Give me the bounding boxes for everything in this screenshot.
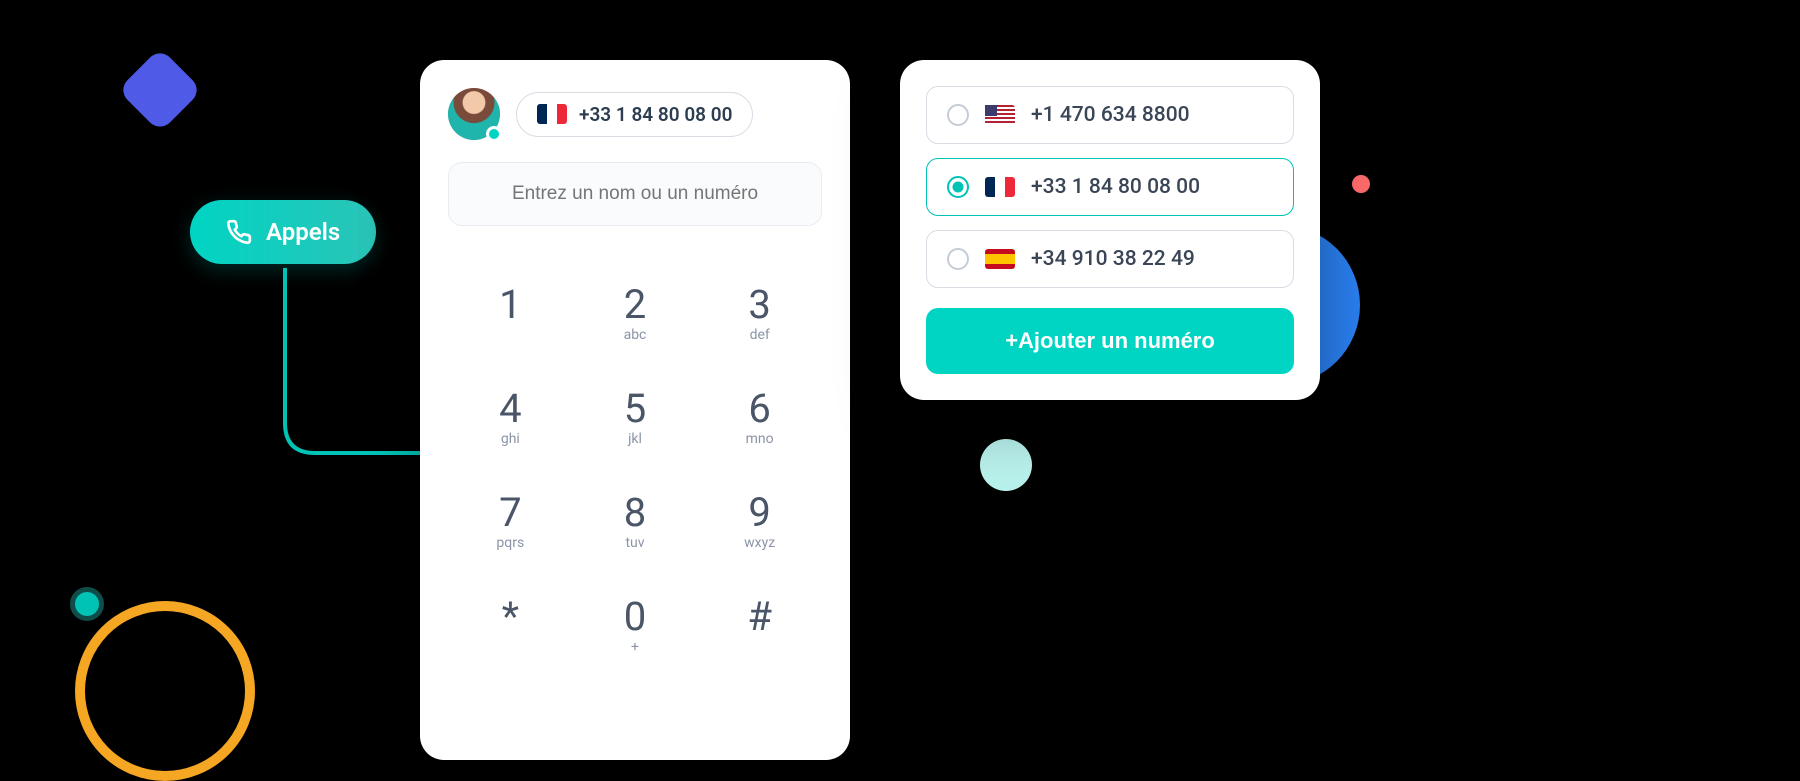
radio-icon — [947, 248, 969, 270]
key-digit: 5 — [624, 389, 646, 429]
current-number-chip[interactable]: +33 1 84 80 08 00 — [516, 92, 753, 137]
number-option[interactable]: +1 470 634 8800 — [926, 86, 1294, 144]
key-digit: 1 — [499, 285, 521, 325]
phone-icon — [226, 219, 252, 245]
key-letters: mno — [746, 431, 774, 447]
key-letters: + — [631, 639, 639, 655]
current-number-text: +33 1 84 80 08 00 — [579, 103, 732, 126]
keypad: 12abc3def4ghi5jkl6mno7pqrs8tuv9wxyz*0+# — [448, 262, 822, 678]
key-digit: 8 — [624, 493, 646, 533]
keypad-key-1[interactable]: 1 — [448, 262, 573, 366]
key-digit: # — [747, 597, 772, 637]
key-letters: jkl — [628, 431, 642, 447]
add-number-button[interactable]: +Ajouter un numéro — [926, 308, 1294, 374]
keypad-key-#[interactable]: # — [697, 574, 822, 678]
keypad-key-8[interactable]: 8 tuv — [573, 470, 698, 574]
keypad-key-7[interactable]: 7 pqrs — [448, 470, 573, 574]
key-letters: tuv — [625, 535, 644, 551]
numbers-panel: +1 470 634 8800 +33 1 84 80 08 00 +34 910 … — [900, 60, 1320, 400]
decoration-circle-teal — [980, 439, 1032, 491]
presence-indicator — [486, 126, 502, 142]
number-text: +1 470 634 8800 — [1031, 103, 1190, 127]
calls-pill[interactable]: Appels — [190, 200, 376, 264]
flag-us-icon — [985, 105, 1015, 125]
key-digit: 3 — [748, 285, 770, 325]
radio-icon — [947, 176, 969, 198]
key-digit: 6 — [748, 389, 770, 429]
key-letters: pqrs — [496, 535, 524, 551]
avatar[interactable] — [448, 88, 500, 140]
decoration-dot-teal — [70, 587, 104, 621]
number-option[interactable]: +33 1 84 80 08 00 — [926, 158, 1294, 216]
key-letters: abc — [624, 327, 647, 343]
keypad-key-*[interactable]: * — [448, 574, 573, 678]
decoration-diamond — [118, 48, 203, 133]
keypad-key-2[interactable]: 2 abc — [573, 262, 698, 366]
number-option[interactable]: +34 910 38 22 49 — [926, 230, 1294, 288]
radio-icon — [947, 104, 969, 126]
key-digit: * — [502, 597, 519, 637]
keypad-key-9[interactable]: 9 wxyz — [697, 470, 822, 574]
key-digit: 7 — [499, 493, 521, 533]
dialer-header: +33 1 84 80 08 00 — [448, 88, 822, 140]
key-letters: def — [750, 327, 770, 343]
flag-france-icon — [537, 104, 567, 124]
calls-label: Appels — [266, 218, 340, 246]
key-digit: 2 — [624, 285, 646, 325]
keypad-key-3[interactable]: 3 def — [697, 262, 822, 366]
number-text: +33 1 84 80 08 00 — [1031, 175, 1200, 199]
key-digit: 9 — [748, 493, 770, 533]
keypad-key-6[interactable]: 6 mno — [697, 366, 822, 470]
number-text: +34 910 38 22 49 — [1031, 247, 1195, 271]
keypad-key-5[interactable]: 5 jkl — [573, 366, 698, 470]
flag-es-icon — [985, 249, 1015, 269]
dial-input[interactable] — [448, 162, 822, 226]
key-digit: 0 — [624, 597, 646, 637]
connector-line — [280, 268, 430, 458]
decoration-dot-coral — [1352, 175, 1370, 193]
key-digit: 4 — [499, 389, 521, 429]
dialer-card: +33 1 84 80 08 00 1 2 abc 3 def 4 ghi 5 jkl 6 mno 7… — [420, 60, 850, 760]
key-letters: wxyz — [744, 535, 775, 551]
keypad-key-4[interactable]: 4 ghi — [448, 366, 573, 470]
keypad-key-0[interactable]: 0+ — [573, 574, 698, 678]
key-letters: ghi — [501, 431, 520, 447]
decoration-ring-yellow — [75, 601, 255, 781]
flag-fr-icon — [985, 177, 1015, 197]
